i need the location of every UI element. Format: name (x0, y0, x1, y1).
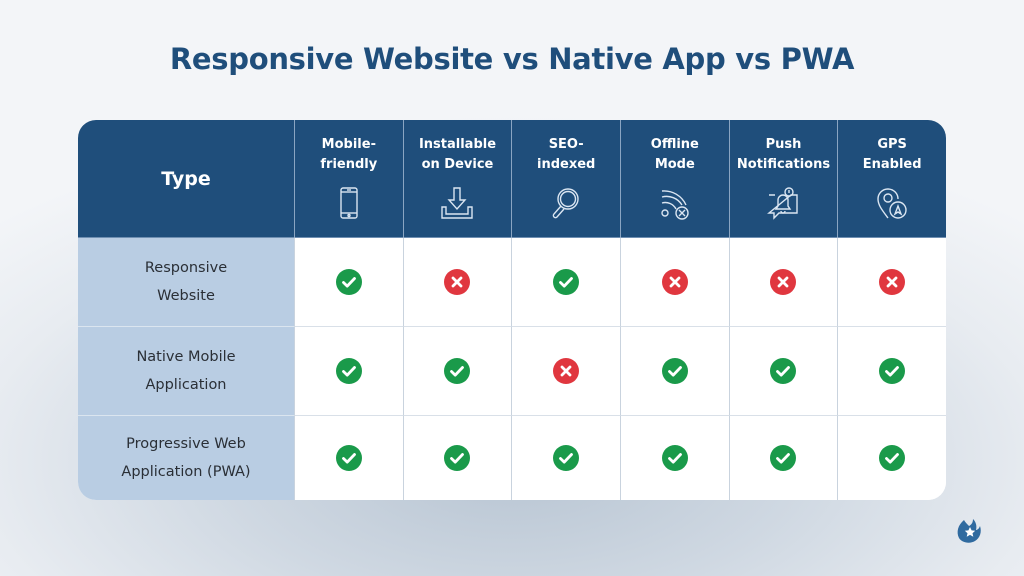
row-label: Native Mobile Application (78, 326, 294, 415)
check-icon (335, 358, 362, 384)
check-icon (770, 358, 797, 384)
table-cell (619, 237, 729, 326)
cross-icon (444, 269, 471, 295)
check-icon (770, 445, 797, 471)
table-cell (728, 326, 838, 415)
header-label: SEO- indexed (536, 137, 596, 172)
table-cell (837, 326, 946, 415)
table-cell (511, 415, 620, 500)
check-icon (444, 445, 471, 471)
header-label: Offline Mode (650, 137, 699, 172)
header-type-label: Type (161, 167, 211, 190)
flame-star-logo-icon (957, 519, 981, 543)
check-icon (879, 358, 906, 384)
header-seo-indexed: SEO- indexed (511, 120, 620, 237)
cross-icon (661, 269, 688, 295)
check-icon (553, 445, 580, 471)
header-label: GPS Enabled (862, 137, 922, 172)
table-cell (619, 326, 729, 415)
wifi-off-icon (661, 190, 689, 220)
smartphone-icon (340, 187, 358, 219)
download-icon (441, 187, 474, 219)
magnifier-icon (552, 188, 579, 219)
check-icon (879, 445, 906, 471)
table-cell (402, 326, 512, 415)
header-mobile-friendly: Mobile- friendly (294, 120, 403, 237)
table-cell (728, 237, 838, 326)
table-cell (511, 237, 620, 326)
table-cell (728, 415, 838, 500)
header-gps-enabled: GPS Enabled (837, 120, 946, 237)
header-type: Type (78, 120, 294, 237)
header-label: Installable on Device (418, 137, 497, 172)
header-offline-mode: Offline Mode (619, 120, 729, 237)
header-label: Mobile- friendly (320, 137, 378, 172)
table-cell (511, 326, 620, 415)
row-label: Responsive Website (78, 237, 294, 326)
header-push-notifications: Push Notifications (728, 120, 838, 237)
check-icon (335, 269, 362, 295)
cross-icon (553, 358, 580, 384)
table-cell (837, 415, 946, 500)
row-label: Progressive Web Application (PWA) (78, 415, 294, 500)
header-installable: Installable on Device (402, 120, 512, 237)
comparison-table: Type Mobile- friendly Installable on Dev… (78, 120, 946, 500)
table-cell (402, 237, 512, 326)
check-icon (553, 269, 580, 295)
table-cell (294, 415, 403, 500)
header-label: Push Notifications (736, 137, 831, 172)
table-cell (402, 415, 512, 500)
check-icon (444, 358, 471, 384)
table-cell (837, 237, 946, 326)
check-icon (661, 358, 688, 384)
table-cell (619, 415, 729, 500)
table-cell (294, 237, 403, 326)
table-cell (294, 326, 403, 415)
location-pin-icon (877, 188, 907, 219)
notification-bell-icon (767, 187, 799, 220)
check-icon (661, 445, 688, 471)
cross-icon (879, 269, 906, 295)
check-icon (335, 445, 362, 471)
page-title: Responsive Website vs Native App vs PWA (169, 42, 855, 76)
cross-icon (770, 269, 797, 295)
